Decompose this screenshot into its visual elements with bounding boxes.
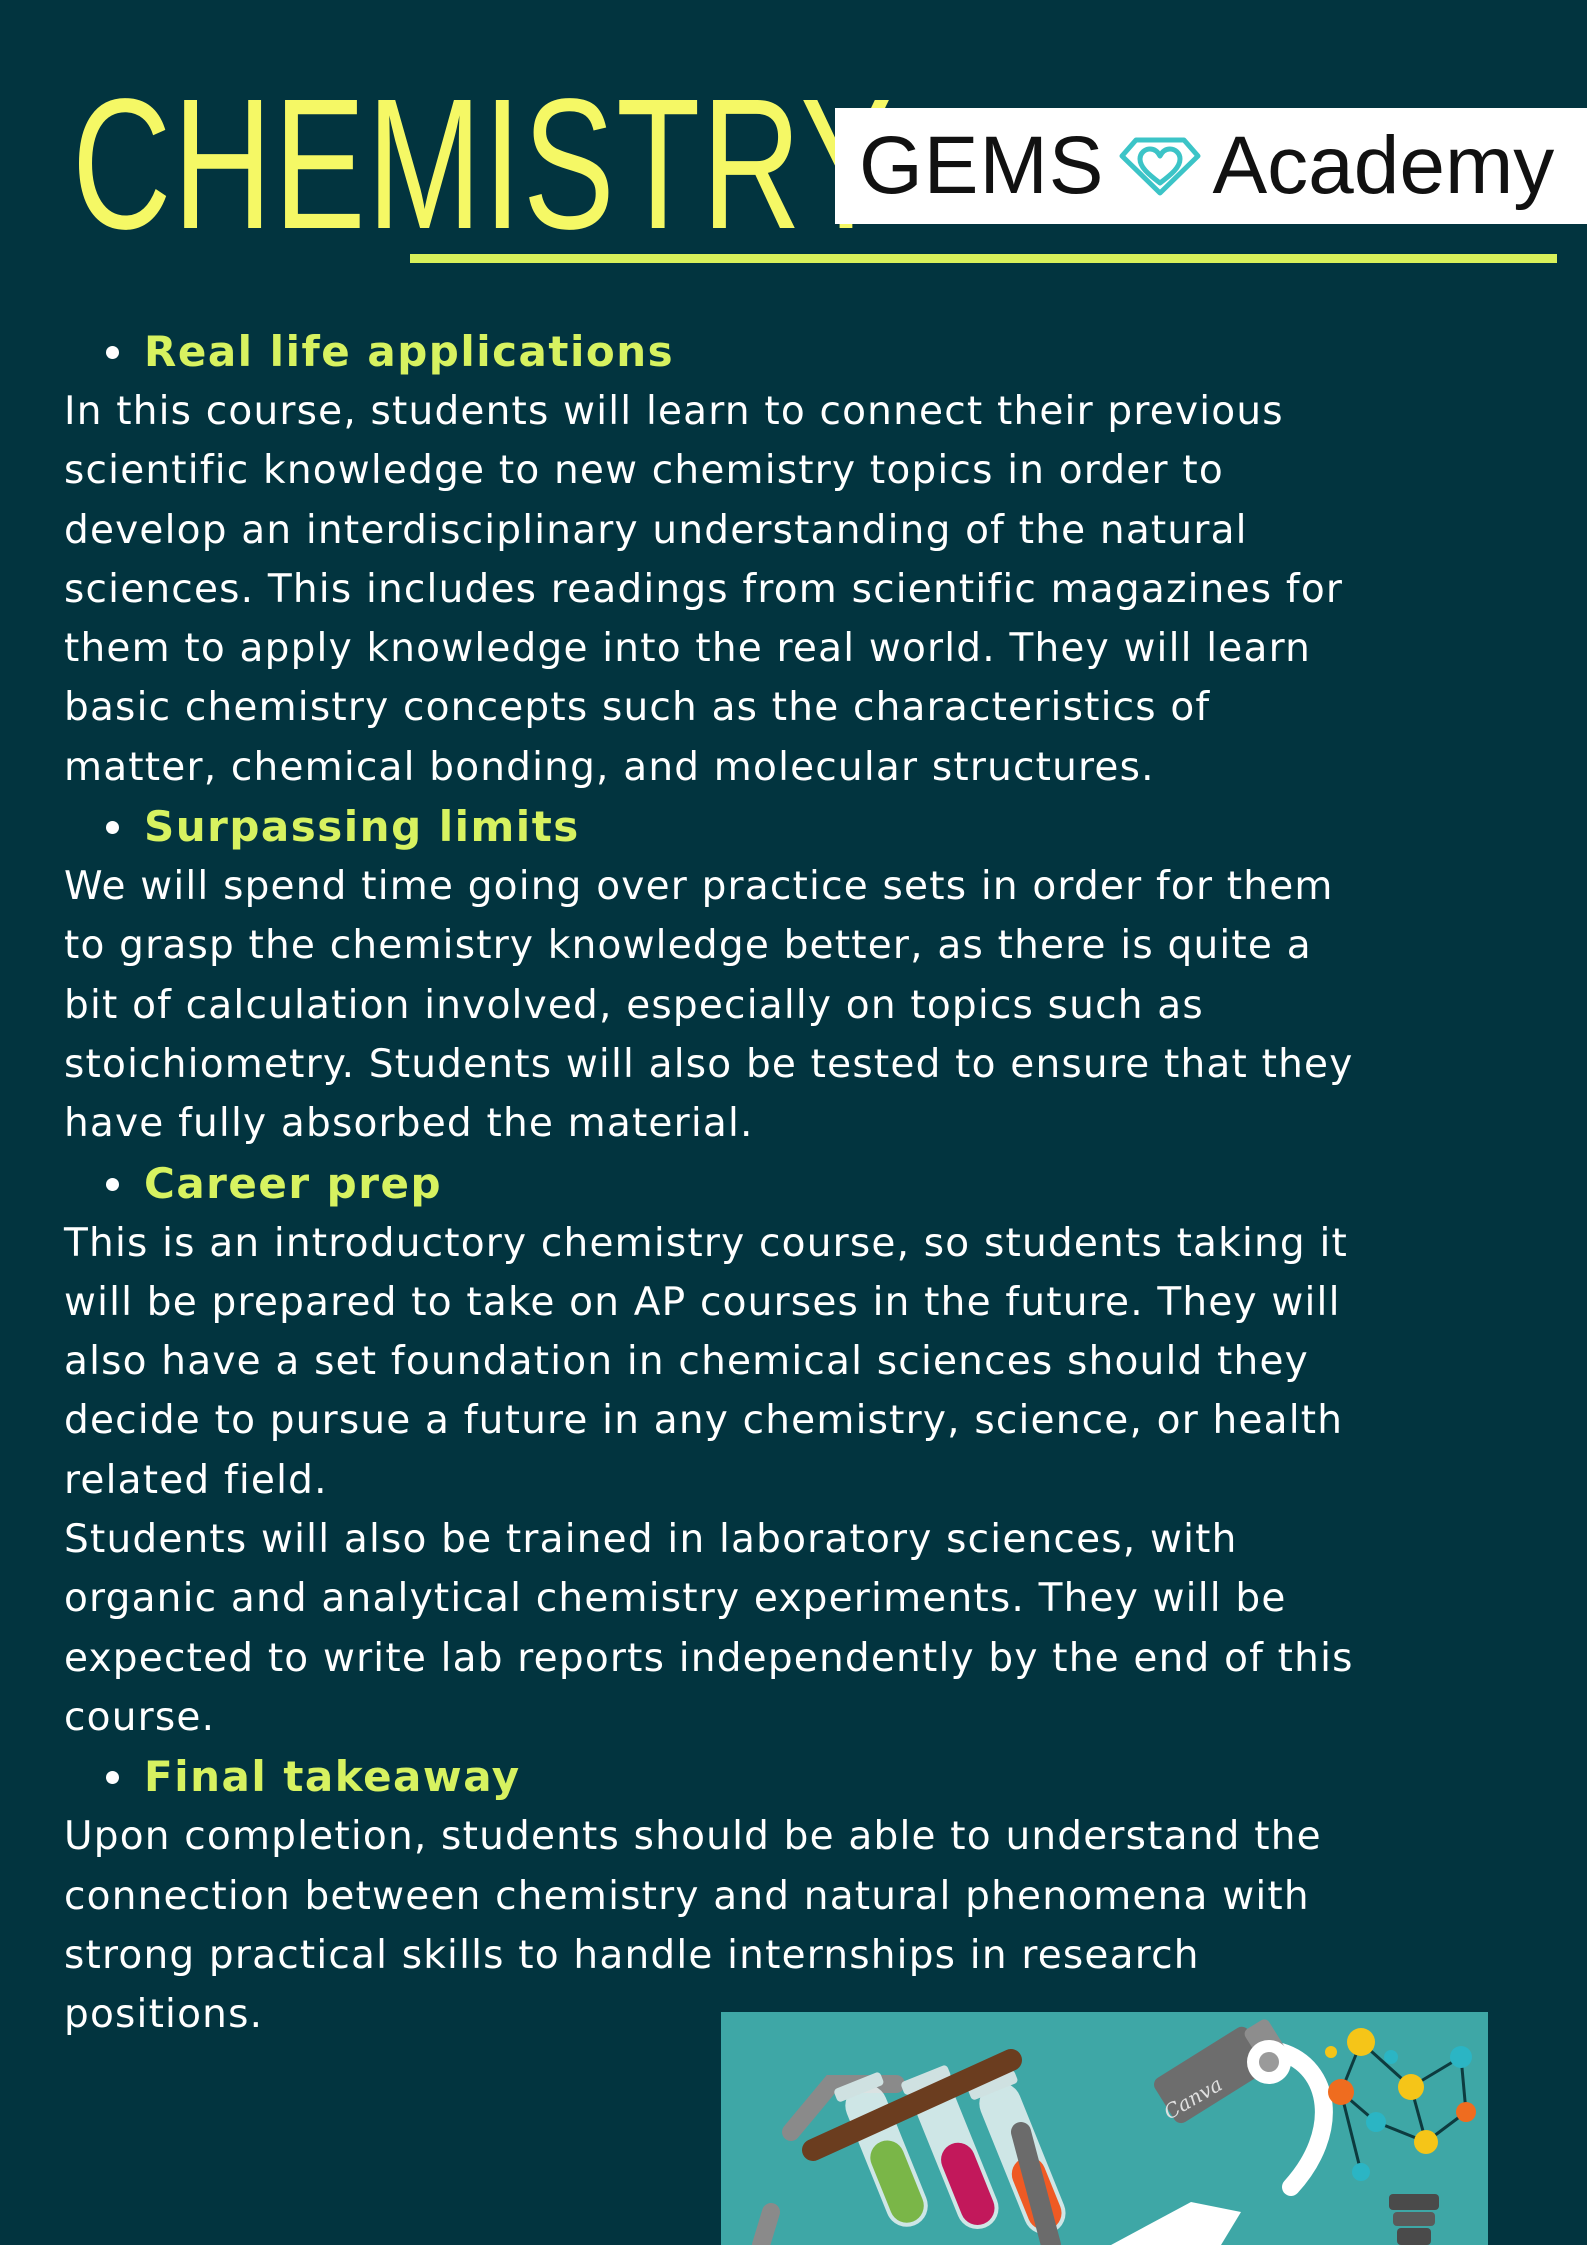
section-paragraph: This is an introductory chemistry course… xyxy=(64,1214,1534,1510)
bullet-dot xyxy=(106,1177,119,1191)
paragraph-line: We will spend time going over practice s… xyxy=(64,864,1334,910)
section-heading-text: Career prep xyxy=(144,1158,443,1208)
section-career-prep: Career prep This is an introductory chem… xyxy=(64,1154,1534,1748)
section-heading-text: Real life applications xyxy=(144,327,675,376)
paragraph-line: them to apply knowledge into the real wo… xyxy=(64,626,1312,672)
lab-equipment-illustration: Canva xyxy=(721,2012,1488,2245)
paragraph-line: Students will also be trained in laborat… xyxy=(64,1517,1238,1563)
paragraph-line: related field. xyxy=(64,1457,328,1503)
page-title: CHEMISTRY xyxy=(72,61,894,268)
paragraph-line: basic chemistry concepts such as the cha… xyxy=(64,685,1211,731)
paragraph-line: bit of calculation involved, especially … xyxy=(64,982,1204,1028)
section-paragraph: In this course, students will learn to c… xyxy=(64,382,1534,797)
course-content: Real life applications In this course, s… xyxy=(64,322,1534,2044)
paragraph-line: have fully absorbed the material. xyxy=(64,1101,754,1147)
section-heading: Surpassing limits xyxy=(64,797,1534,857)
section-surpassing-limits: Surpassing limits We will spend time goi… xyxy=(64,797,1534,1153)
section-paragraph: Upon completion, students should be able… xyxy=(64,1807,1534,2044)
paragraph-line: sciences. This includes readings from sc… xyxy=(64,566,1344,612)
paragraph-line: connection between chemistry and natural… xyxy=(64,1873,1310,1919)
paragraph-line: scientific knowledge to new chemistry to… xyxy=(64,448,1224,494)
test-tubes-icon xyxy=(752,2049,1066,2245)
paragraph-line: matter, chemical bonding, and molecular … xyxy=(64,744,1155,790)
logo-word-academy: Academy xyxy=(1212,120,1555,211)
section-final-takeaway: Final takeaway Upon completion, students… xyxy=(64,1747,1534,2044)
section-heading: Real life applications xyxy=(64,322,1534,382)
section-paragraph: We will spend time going over practice s… xyxy=(64,857,1534,1153)
paragraph-line: strong practical skills to handle intern… xyxy=(64,1932,1200,1978)
section-heading: Career prep xyxy=(64,1154,1534,1214)
section-real-life-applications: Real life applications In this course, s… xyxy=(64,322,1534,797)
bullet-dot xyxy=(106,821,119,835)
section-paragraph: Students will also be trained in laborat… xyxy=(64,1510,1534,1747)
bullet-dot xyxy=(106,1771,119,1785)
paragraph-line: stoichiometry. Students will also be tes… xyxy=(64,1041,1354,1087)
lightbulb-molecule-icon xyxy=(1325,2028,1476,2245)
paragraph-line: also have a set foundation in chemical s… xyxy=(64,1339,1309,1385)
section-heading-text: Surpassing limits xyxy=(144,802,580,852)
paragraph-line: organic and analytical chemistry experim… xyxy=(64,1576,1287,1622)
paragraph-line: develop an interdisciplinary understandi… xyxy=(64,507,1248,553)
logo-word-gems: GEMS xyxy=(859,120,1105,211)
section-heading: Final takeaway xyxy=(64,1747,1534,1807)
paragraph-line: to grasp the chemistry knowledge better,… xyxy=(64,923,1312,969)
microscope-icon: Canva xyxy=(1111,2019,1333,2245)
paragraph-line: In this course, students will learn to c… xyxy=(64,389,1284,434)
diamond-heart-icon xyxy=(1119,137,1201,196)
paragraph-line: expected to write lab reports independen… xyxy=(64,1635,1354,1681)
bullet-dot xyxy=(106,346,119,359)
title-underline xyxy=(410,254,1557,263)
paragraph-line: This is an introductory chemistry course… xyxy=(64,1220,1348,1266)
section-heading-text: Final takeaway xyxy=(144,1752,521,1802)
paragraph-line: course. xyxy=(64,1694,216,1740)
gems-academy-logo: GEMS Academy xyxy=(835,108,1587,224)
paragraph-line: will be prepared to take on AP courses i… xyxy=(64,1279,1341,1325)
paragraph-line: Upon completion, students should be able… xyxy=(64,1814,1322,1860)
paragraph-line: decide to pursue a future in any chemist… xyxy=(64,1398,1344,1444)
lab-illustration-svg: Canva xyxy=(752,2019,1476,2245)
